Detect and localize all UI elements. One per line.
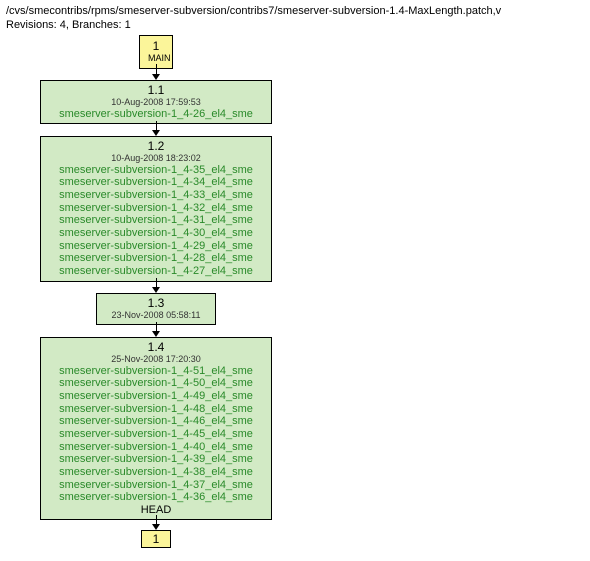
revision-number: 1.3 [103, 297, 209, 311]
revision-tag: smeserver-subversion-1_4-35_el4_sme [47, 164, 265, 177]
revision-node-1-2: 1.2 10-Aug-2008 18:23:02 smeserver-subve… [40, 136, 272, 282]
connector [156, 64, 157, 74]
revision-date: 10-Aug-2008 18:23:02 [47, 153, 265, 163]
revision-tag: smeserver-subversion-1_4-50_el4_sme [47, 377, 265, 390]
revision-tag: smeserver-subversion-1_4-38_el4_sme [47, 466, 265, 479]
revision-tag: smeserver-subversion-1_4-31_el4_sme [47, 214, 265, 227]
connector [156, 121, 157, 130]
revision-tag: smeserver-subversion-1_4-48_el4_sme [47, 403, 265, 416]
connector [156, 515, 157, 524]
footer-box: 1 [141, 530, 171, 548]
revision-date: 10-Aug-2008 17:59:53 [47, 97, 265, 107]
revision-tag: smeserver-subversion-1_4-29_el4_sme [47, 240, 265, 253]
revision-number: 1.2 [47, 140, 265, 154]
revision-number: 1.1 [47, 84, 265, 98]
revision-date: 25-Nov-2008 17:20:30 [47, 354, 265, 364]
revision-tag: smeserver-subversion-1_4-28_el4_sme [47, 252, 265, 265]
revision-tag: smeserver-subversion-1_4-45_el4_sme [47, 428, 265, 441]
revision-tag: smeserver-subversion-1_4-27_el4_sme [47, 265, 265, 278]
revision-tag: smeserver-subversion-1_4-33_el4_sme [47, 189, 265, 202]
revision-date: 23-Nov-2008 05:58:11 [103, 310, 209, 320]
revision-number: 1.4 [47, 341, 265, 355]
revision-tag: smeserver-subversion-1_4-39_el4_sme [47, 453, 265, 466]
file-path: /cvs/smecontribs/rpms/smeserver-subversi… [6, 4, 584, 18]
header: /cvs/smecontribs/rpms/smeserver-subversi… [0, 0, 590, 35]
revision-tag: smeserver-subversion-1_4-40_el4_sme [47, 441, 265, 454]
revision-tag: smeserver-subversion-1_4-32_el4_sme [47, 202, 265, 215]
revision-tag: smeserver-subversion-1_4-37_el4_sme [47, 479, 265, 492]
revision-node-1-1: 1.1 10-Aug-2008 17:59:53 smeserver-subve… [40, 80, 272, 125]
revision-tag: smeserver-subversion-1_4-30_el4_sme [47, 227, 265, 240]
revision-node-1-3: 1.3 23-Nov-2008 05:58:11 [96, 293, 216, 325]
branch-label: MAIN [148, 53, 164, 63]
revision-tag: smeserver-subversion-1_4-26_el4_sme [47, 108, 265, 121]
revision-tag: smeserver-subversion-1_4-46_el4_sme [47, 415, 265, 428]
footer-box-number: 1 [153, 532, 160, 546]
revision-tag: smeserver-subversion-1_4-34_el4_sme [47, 176, 265, 189]
revision-tag: smeserver-subversion-1_4-51_el4_sme [47, 365, 265, 378]
branch-number: 1 [148, 40, 164, 54]
revision-tag: smeserver-subversion-1_4-49_el4_sme [47, 390, 265, 403]
connector [156, 278, 157, 287]
revisions-summary: Revisions: 4, Branches: 1 [6, 18, 584, 32]
revision-tag: smeserver-subversion-1_4-36_el4_sme [47, 491, 265, 504]
connector [156, 322, 157, 331]
revision-node-1-4: 1.4 25-Nov-2008 17:20:30 smeserver-subve… [40, 337, 272, 521]
